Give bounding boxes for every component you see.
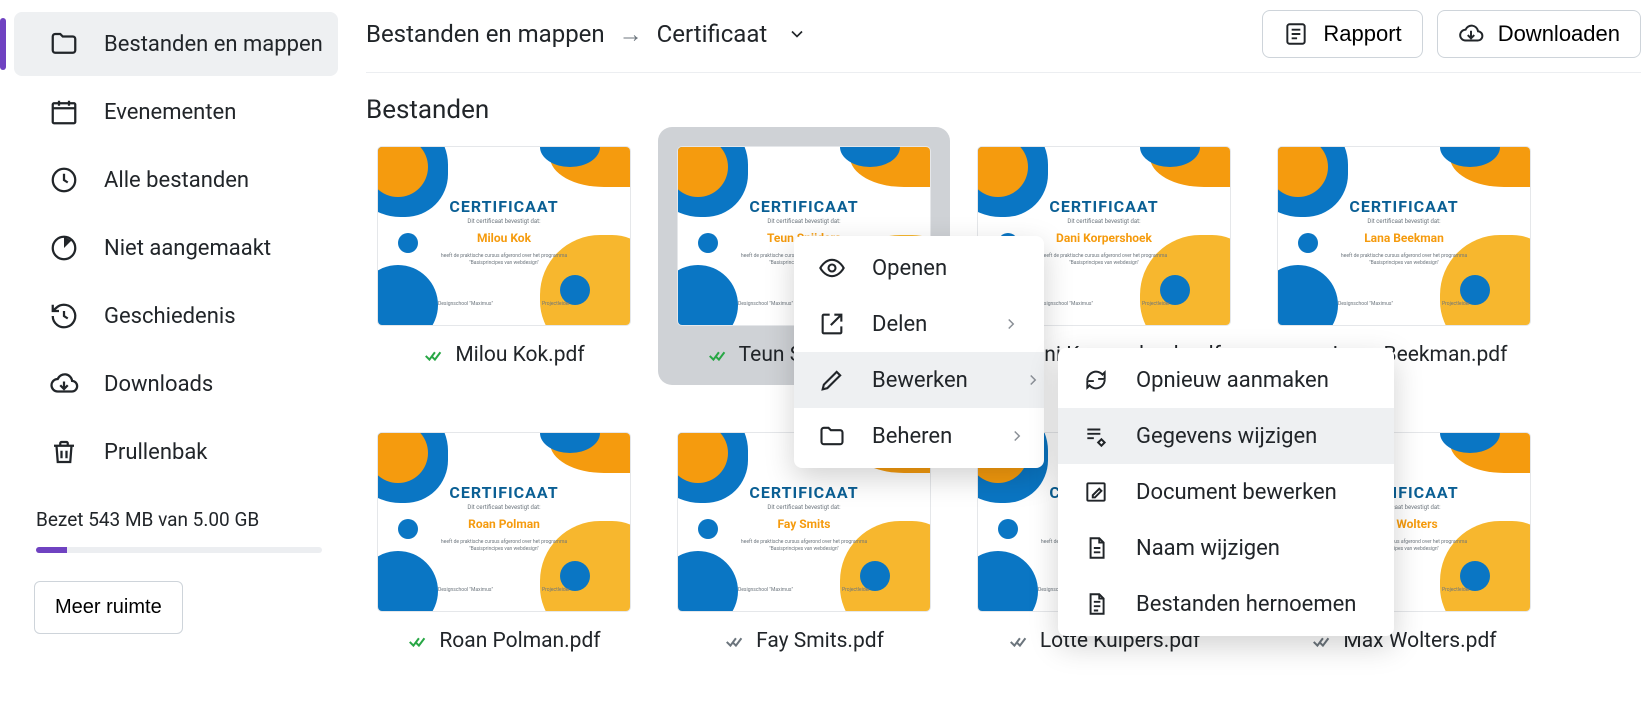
download-cloud-icon — [48, 368, 80, 400]
folder-icon — [818, 422, 846, 450]
sidebar-item-label: Bestanden en mappen — [104, 32, 323, 57]
ctx-edit-doc[interactable]: Document bewerken — [1058, 464, 1394, 520]
ctx-change-data[interactable]: Gegevens wijzigen — [1058, 408, 1394, 464]
pie-icon — [48, 232, 80, 264]
topbar: Bestanden en mappen → Certificaat Rappor… — [366, 10, 1641, 73]
ctx-recreate[interactable]: Opnieuw aanmaken — [1058, 352, 1394, 408]
ctx-manage[interactable]: Beheren — [794, 408, 1044, 464]
status-icon — [423, 344, 445, 366]
sidebar-item-trash[interactable]: Prullenbak — [14, 420, 338, 484]
section-title: Bestanden — [366, 95, 1641, 125]
sidebar: Bestanden en mappen Evenementen Alle bes… — [0, 0, 346, 711]
context-menu: Openen Delen Bewerken Beheren — [794, 236, 1044, 468]
file-thumbnail: CERTIFICAAT Dit certificaat bevestigt da… — [1278, 147, 1530, 325]
status-icon — [707, 344, 729, 366]
download-icon — [1458, 21, 1484, 47]
sidebar-item-history[interactable]: Geschiedenis — [14, 284, 338, 348]
chevron-right-icon — [994, 371, 1042, 389]
file-name: Roan Polman.pdf — [439, 629, 600, 653]
download-button[interactable]: Downloaden — [1437, 10, 1641, 58]
storage-text: Bezet 543 MB van 5.00 GB — [36, 508, 322, 531]
file-name: Milou Kok.pdf — [455, 343, 584, 367]
sidebar-item-label: Prullenbak — [104, 440, 207, 465]
clock-icon — [48, 164, 80, 196]
file-thumbnail: CERTIFICAAT Dit certificaat bevestigt da… — [378, 147, 630, 325]
chevron-right-icon — [972, 315, 1020, 333]
sidebar-item-label: Geschiedenis — [104, 304, 236, 329]
ctx-open[interactable]: Openen — [794, 240, 1044, 296]
file-lines-icon — [1082, 590, 1110, 618]
ctx-rename-files[interactable]: Bestanden hernoemen — [1058, 576, 1394, 632]
status-icon — [724, 630, 746, 652]
sidebar-item-not-created[interactable]: Niet aangemaakt — [14, 216, 338, 280]
file-name: Fay Smits.pdf — [756, 629, 884, 653]
eye-icon — [818, 254, 846, 282]
more-space-button[interactable]: Meer ruimte — [34, 581, 183, 634]
refresh-icon — [1082, 366, 1110, 394]
report-button[interactable]: Rapport — [1262, 10, 1422, 58]
sidebar-item-label: Evenementen — [104, 100, 236, 125]
chevron-down-icon[interactable] — [787, 24, 807, 44]
trash-icon — [48, 436, 80, 468]
edit-list-icon — [1082, 422, 1110, 450]
sidebar-item-label: Niet aangemaakt — [104, 236, 271, 261]
breadcrumb-separator: → — [619, 20, 643, 49]
file-card[interactable]: CERTIFICAAT Dit certificaat bevestigt da… — [378, 433, 630, 653]
sidebar-item-events[interactable]: Evenementen — [14, 80, 338, 144]
ctx-edit[interactable]: Bewerken — [794, 352, 1044, 408]
breadcrumb-root[interactable]: Bestanden en mappen — [366, 20, 605, 48]
context-submenu: Opnieuw aanmaken Gegevens wijzigen Docum… — [1058, 348, 1394, 636]
sidebar-item-label: Downloads — [104, 372, 213, 397]
file-icon — [1082, 534, 1110, 562]
sidebar-item-downloads[interactable]: Downloads — [14, 352, 338, 416]
report-icon — [1283, 21, 1309, 47]
history-icon — [48, 300, 80, 332]
folder-icon — [48, 28, 80, 60]
sidebar-item-all-files[interactable]: Alle bestanden — [14, 148, 338, 212]
breadcrumb-current[interactable]: Certificaat — [657, 20, 768, 48]
breadcrumb: Bestanden en mappen → Certificaat — [366, 20, 807, 49]
report-label: Rapport — [1323, 21, 1401, 47]
download-label: Downloaden — [1498, 21, 1620, 47]
ctx-rename[interactable]: Naam wijzigen — [1058, 520, 1394, 576]
calendar-icon — [48, 96, 80, 128]
chevron-right-icon — [978, 427, 1026, 445]
file-card[interactable]: CERTIFICAAT Dit certificaat bevestigt da… — [378, 147, 630, 385]
ctx-share[interactable]: Delen — [794, 296, 1044, 352]
status-icon — [1008, 630, 1030, 652]
file-thumbnail: CERTIFICAAT Dit certificaat bevestigt da… — [378, 433, 630, 611]
status-icon — [407, 630, 429, 652]
edit-doc-icon — [1082, 478, 1110, 506]
sidebar-item-label: Alle bestanden — [104, 168, 249, 193]
share-icon — [818, 310, 846, 338]
pencil-icon — [818, 366, 846, 394]
storage-bar — [36, 547, 322, 553]
sidebar-item-files[interactable]: Bestanden en mappen — [14, 12, 338, 76]
